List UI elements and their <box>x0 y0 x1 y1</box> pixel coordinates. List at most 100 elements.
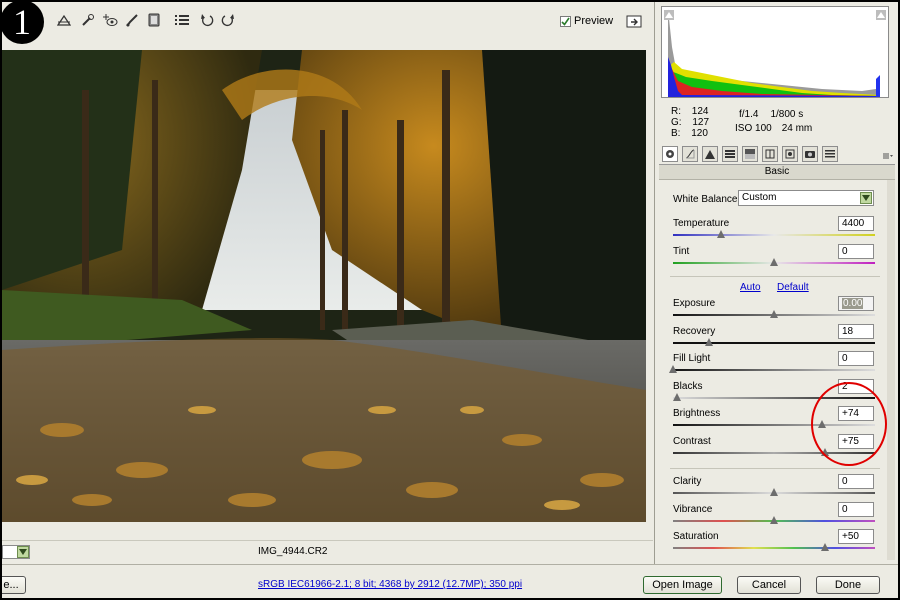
temperature-slider-track[interactable] <box>673 234 875 236</box>
aperture: f/1.4 <box>739 109 759 120</box>
preview-checkbox[interactable] <box>560 15 571 27</box>
vibrance-label: Vibrance <box>673 504 713 515</box>
brightness-label: Brightness <box>673 408 721 419</box>
vibrance-value[interactable]: 0 <box>838 502 874 517</box>
panel-menu-icon[interactable] <box>883 150 893 162</box>
camera-info: f/1.4 1/800 s ISO 100 24 mm <box>735 108 813 136</box>
workflow-options-link[interactable]: sRGB IEC61966-2.1; 8 bit; 4368 by 2912 (… <box>258 579 522 590</box>
histogram <box>661 6 889 98</box>
rotate-left-icon[interactable] <box>199 12 215 28</box>
white-balance-label: White Balance: <box>673 194 741 205</box>
b-value: 120 <box>691 128 708 139</box>
saturation-slider-track[interactable] <box>673 547 875 549</box>
fill-light-label: Fill Light <box>673 353 711 364</box>
saturation-slider-thumb[interactable] <box>820 543 829 551</box>
panel-scrollbar[interactable] <box>887 180 895 560</box>
graduated-filter-icon[interactable] <box>146 12 162 28</box>
recovery-label: Recovery <box>673 326 716 337</box>
preview-toggle[interactable]: Preview <box>560 15 613 27</box>
chevron-down-icon[interactable] <box>860 192 872 204</box>
temperature-slider-thumb[interactable] <box>717 230 726 238</box>
r-value: 124 <box>691 106 709 117</box>
exposure-value-text: 0.00 <box>842 298 864 309</box>
blacks-slider-thumb[interactable] <box>673 393 682 401</box>
section-title: Basic <box>659 165 895 180</box>
tab-detail[interactable] <box>702 146 718 162</box>
exposure-slider-thumb[interactable] <box>770 310 778 318</box>
retouch-icon[interactable] <box>80 12 96 28</box>
zoom-select[interactable] <box>2 545 30 559</box>
rotate-right-icon[interactable] <box>220 12 236 28</box>
temperature-value[interactable]: 4400 <box>838 216 874 231</box>
b-label: B: <box>671 128 681 139</box>
tab-tone-curve[interactable] <box>682 146 698 162</box>
rgb-readout: R: 124 G: 127 B: 120 <box>671 106 709 139</box>
tab-basic[interactable] <box>662 146 678 162</box>
tint-slider-thumb[interactable] <box>770 258 778 266</box>
straighten-icon[interactable] <box>56 12 72 28</box>
tab-hsl[interactable] <box>722 146 738 162</box>
auto-link[interactable]: Auto <box>740 282 761 293</box>
divider <box>670 468 880 469</box>
clarity-slider-thumb[interactable] <box>770 488 778 496</box>
exposure-value[interactable]: 0.00 <box>838 296 874 311</box>
camera-raw-window: 1 Preview IMG_4944.CR2 R: 124 G: 127 B: … <box>2 2 898 598</box>
photo-preview[interactable] <box>2 50 646 522</box>
g-label: G: <box>671 117 682 128</box>
divider <box>670 276 880 277</box>
recovery-value-text: 18 <box>842 326 854 337</box>
contrast-label: Contrast <box>673 436 711 447</box>
clarity-value[interactable]: 0 <box>838 474 874 489</box>
bottom-bar: e... sRGB IEC61966-2.1; 8 bit; 4368 by 2… <box>2 564 898 598</box>
iso: ISO 100 <box>735 123 772 134</box>
tab-camera-calibration[interactable] <box>802 146 818 162</box>
white-balance-value: Custom <box>742 192 777 203</box>
r-label: R: <box>671 106 681 117</box>
filename: IMG_4944.CR2 <box>258 546 328 557</box>
clarity-value-text: 0 <box>842 476 848 487</box>
shadow-clipping-icon[interactable] <box>664 10 674 20</box>
fill-light-value-text: 0 <box>842 353 848 364</box>
tab-split-toning[interactable] <box>742 146 758 162</box>
tint-value[interactable]: 0 <box>838 244 874 259</box>
step-badge: 1 <box>2 2 44 44</box>
annotation-circle <box>811 382 887 466</box>
temperature-value-text: 4400 <box>842 218 865 229</box>
vibrance-value-text: 0 <box>842 504 848 515</box>
tab-effects[interactable] <box>782 146 798 162</box>
temperature-label: Temperature <box>673 218 730 229</box>
saturation-value-text: +50 <box>842 531 859 542</box>
saturation-value[interactable]: +50 <box>838 529 874 544</box>
red-eye-icon[interactable] <box>102 12 118 28</box>
tint-value-text: 0 <box>842 246 848 257</box>
open-image-button[interactable]: Open Image <box>643 576 722 594</box>
default-link[interactable]: Default <box>777 282 809 293</box>
cancel-button[interactable]: Cancel <box>737 576 801 594</box>
preferences-icon[interactable] <box>174 12 190 28</box>
exposure-label: Exposure <box>673 298 716 309</box>
focal-length: 24 mm <box>781 123 813 134</box>
done-button[interactable]: Done <box>816 576 880 594</box>
g-value: 127 <box>692 117 710 128</box>
tab-presets[interactable] <box>822 146 838 162</box>
recovery-value[interactable]: 18 <box>838 324 874 339</box>
clarity-label: Clarity <box>673 476 702 487</box>
shutter-speed: 1/800 s <box>770 109 804 120</box>
fill-light-slider-track[interactable] <box>673 369 875 371</box>
fill-light-value[interactable]: 0 <box>838 351 874 366</box>
tint-label: Tint <box>673 246 690 257</box>
chevron-down-icon[interactable] <box>17 546 29 558</box>
toolbar: 1 Preview <box>2 2 652 44</box>
fullscreen-icon[interactable] <box>626 13 642 29</box>
save-image-button[interactable]: e... <box>2 576 26 594</box>
brush-icon[interactable] <box>124 12 140 28</box>
recovery-slider-thumb[interactable] <box>705 338 714 346</box>
preview-label: Preview <box>574 15 614 27</box>
white-balance-select[interactable]: Custom <box>738 190 874 206</box>
tab-lens-corrections[interactable] <box>762 146 778 162</box>
recovery-slider-track[interactable] <box>673 342 875 344</box>
fill-light-slider-thumb[interactable] <box>669 365 677 373</box>
vibrance-slider-thumb[interactable] <box>770 516 778 524</box>
saturation-label: Saturation <box>673 531 719 542</box>
highlight-clipping-icon[interactable] <box>876 10 886 20</box>
